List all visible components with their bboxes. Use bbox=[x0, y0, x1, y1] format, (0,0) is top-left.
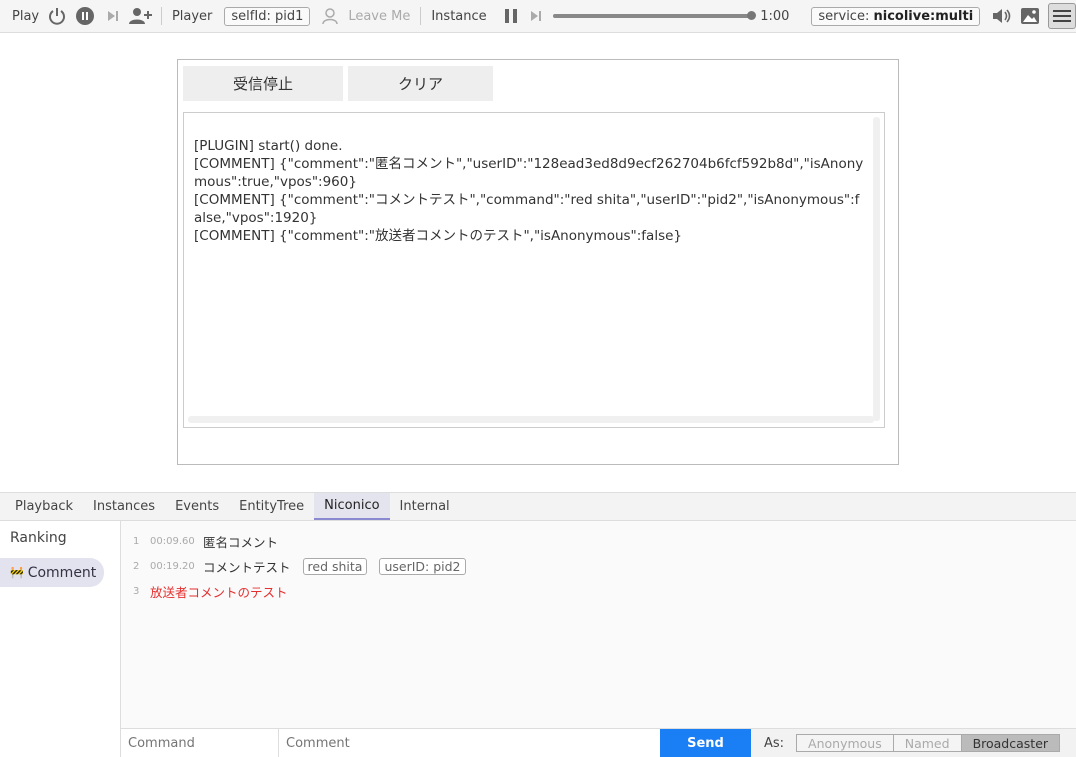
vertical-scrollbar[interactable] bbox=[873, 117, 880, 421]
clear-button[interactable]: クリア bbox=[348, 66, 493, 101]
as-anonymous-option[interactable]: Anonymous bbox=[797, 735, 894, 751]
power-icon[interactable] bbox=[43, 2, 71, 30]
stop-receiving-button[interactable]: 受信停止 bbox=[183, 66, 343, 101]
comment-number: 3 bbox=[133, 585, 140, 597]
tab-niconico[interactable]: Niconico bbox=[314, 493, 390, 520]
as-selector: Anonymous Named Broadcaster bbox=[796, 734, 1061, 752]
log-output[interactable]: [PLUGIN] start() done. [COMMENT] {"comme… bbox=[183, 112, 885, 428]
log-line: [PLUGIN] start() done. bbox=[194, 138, 343, 154]
log-text: [PLUGIN] start() done. [COMMENT] {"comme… bbox=[194, 137, 866, 245]
tab-entitytree[interactable]: EntityTree bbox=[229, 493, 314, 520]
toolbar-divider bbox=[420, 7, 422, 25]
top-toolbar: Play Player selfId: pid1 Leave Me Instan… bbox=[0, 0, 1076, 33]
construction-icon: 🚧 bbox=[10, 566, 24, 579]
service-value: nicolive:multi bbox=[873, 8, 974, 24]
comment-text: コメントテスト bbox=[203, 559, 291, 575]
time-display: 1:00 bbox=[760, 8, 790, 24]
instance-label: Instance bbox=[431, 8, 487, 24]
comment-input-bar: Send As: Anonymous Named Broadcaster bbox=[121, 728, 1076, 757]
toolbar-divider bbox=[160, 7, 162, 25]
tab-events[interactable]: Events bbox=[165, 493, 229, 520]
player-label: Player bbox=[171, 8, 213, 24]
log-line: [COMMENT] {"comment":"コメントテスト","command"… bbox=[194, 192, 860, 226]
send-button[interactable]: Send bbox=[660, 729, 751, 757]
as-named-option[interactable]: Named bbox=[893, 735, 962, 751]
tab-internal[interactable]: Internal bbox=[390, 493, 460, 520]
devtools-tabs: Playback Instances Events EntityTree Nic… bbox=[0, 492, 1076, 521]
pause-icon[interactable] bbox=[497, 2, 525, 30]
comment-row[interactable]: 1 00:09.60 匿名コメント bbox=[133, 531, 278, 551]
self-id-badge: selfId: pid1 bbox=[224, 6, 311, 26]
comment-row[interactable]: 3 放送者コメントのテスト bbox=[133, 581, 288, 601]
comment-row[interactable]: 2 00:19.20 コメントテスト red shita userID: pid… bbox=[133, 556, 466, 576]
log-line: [COMMENT] {"comment":"匿名コメント","userID":"… bbox=[194, 156, 864, 190]
leave-me-button[interactable]: Leave Me bbox=[344, 9, 414, 24]
step-forward-icon[interactable] bbox=[99, 2, 127, 30]
play-label: Play bbox=[12, 8, 40, 24]
user-id-tag: userID: pid2 bbox=[379, 557, 466, 575]
seek-knob[interactable] bbox=[747, 11, 757, 20]
comment-time: 00:19.20 bbox=[150, 560, 195, 572]
tab-instances[interactable]: Instances bbox=[83, 493, 165, 520]
nav-comment-label: Comment bbox=[27, 564, 97, 581]
service-badge: service: nicolive:multi bbox=[811, 6, 981, 26]
seek-slider[interactable] bbox=[552, 11, 757, 20]
horizontal-scrollbar[interactable] bbox=[188, 416, 874, 423]
comment-time: 00:09.60 bbox=[150, 535, 195, 547]
as-broadcaster-option[interactable]: Broadcaster bbox=[961, 735, 1060, 751]
instance-step-icon[interactable] bbox=[525, 2, 547, 30]
nav-ranking[interactable]: Ranking bbox=[10, 530, 67, 546]
service-prefix: service: bbox=[818, 8, 874, 24]
hamburger-menu-icon[interactable] bbox=[1048, 3, 1076, 29]
niconico-sidebar: Ranking 🚧 Comment bbox=[0, 521, 121, 757]
as-label: As: bbox=[764, 735, 785, 751]
comment-number: 1 bbox=[133, 535, 140, 547]
comment-input[interactable] bbox=[279, 729, 660, 757]
image-icon[interactable] bbox=[1016, 2, 1044, 30]
comment-text: 匿名コメント bbox=[203, 534, 279, 550]
broadcaster-comment-text: 放送者コメントのテスト bbox=[150, 584, 288, 600]
add-user-icon[interactable] bbox=[127, 2, 155, 30]
command-input[interactable] bbox=[121, 729, 279, 757]
volume-icon[interactable] bbox=[988, 2, 1016, 30]
user-icon bbox=[316, 2, 344, 30]
tab-playback[interactable]: Playback bbox=[0, 493, 83, 520]
nav-comment[interactable]: 🚧 Comment bbox=[0, 558, 104, 587]
log-line: [COMMENT] {"comment":"放送者コメントのテスト","isAn… bbox=[194, 228, 683, 244]
command-tag: red shita bbox=[302, 557, 368, 575]
comment-list: 1 00:09.60 匿名コメント 2 00:19.20 コメントテスト red… bbox=[121, 521, 1076, 729]
comment-number: 2 bbox=[133, 560, 140, 572]
plugin-frame: 受信停止 クリア [PLUGIN] start() done. [COMMENT… bbox=[177, 59, 899, 465]
pause-circle-icon[interactable] bbox=[71, 2, 99, 30]
